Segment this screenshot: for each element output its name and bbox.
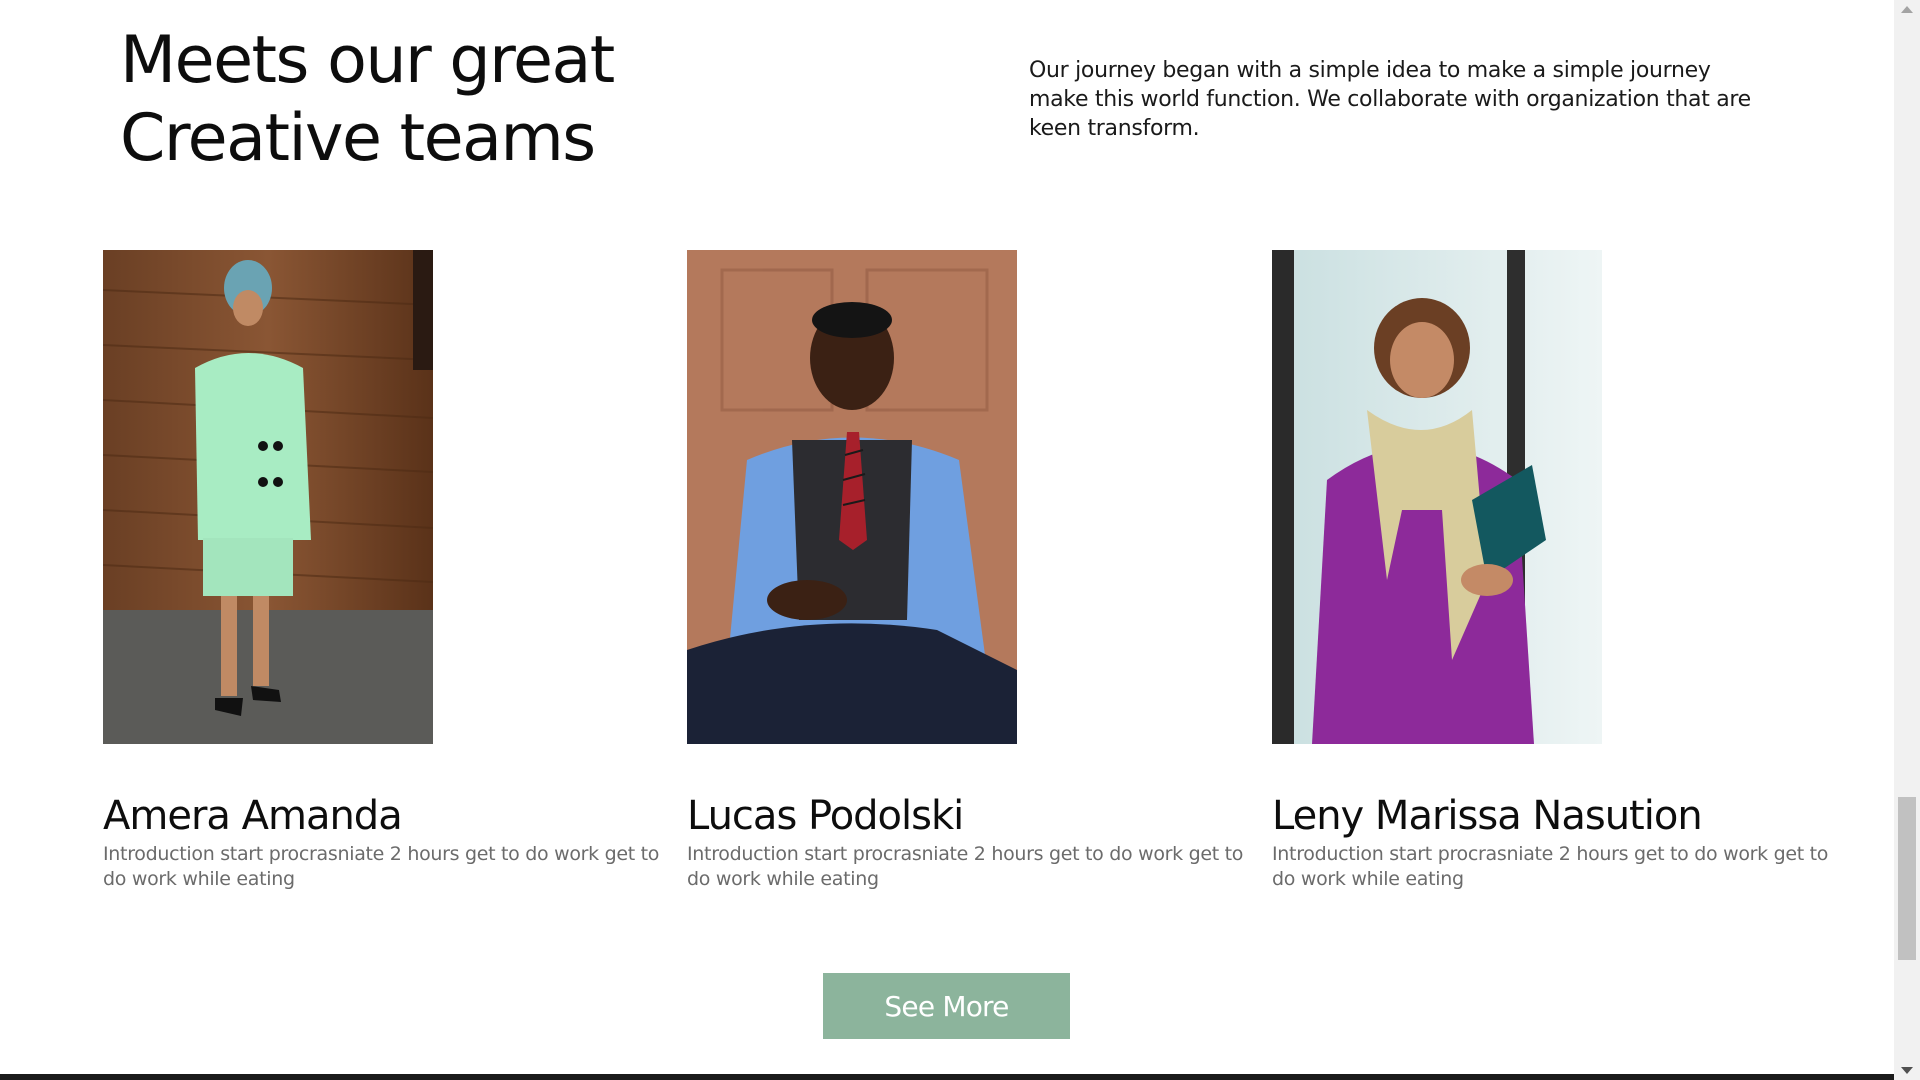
- team-page: Meets our great Creative teams Our journ…: [0, 0, 1920, 1080]
- footer-edge: [0, 1074, 1894, 1080]
- team-card-lucas: Lucas Podolski Introduction start procra…: [687, 250, 1247, 892]
- team-name: Amera Amanda: [103, 793, 403, 839]
- heading-line-2: Creative teams: [120, 101, 596, 176]
- team-card-leny: Leny Marissa Nasution Introduction start…: [1272, 250, 1832, 892]
- team-photo-leny: [1272, 250, 1602, 744]
- see-more-button[interactable]: See More: [823, 973, 1070, 1039]
- team-description: Introduction start procrasniate 2 hours …: [103, 843, 660, 890]
- heading-line-1: Meets our great: [120, 23, 615, 98]
- scroll-down-arrow-icon[interactable]: [1901, 1067, 1913, 1074]
- scroll-up-arrow-icon[interactable]: [1901, 6, 1913, 13]
- scroll-thumb[interactable]: [1898, 797, 1916, 960]
- team-photo-lucas: [687, 250, 1017, 744]
- team-card-amera: Amera Amanda Introduction start procrasn…: [103, 250, 663, 892]
- team-photo-amera: [103, 250, 433, 744]
- team-name: Leny Marissa Nasution: [1272, 793, 1703, 839]
- team-description: Introduction start procrasniate 2 hours …: [687, 843, 1244, 890]
- team-description: Introduction start procrasniate 2 hours …: [1272, 843, 1829, 890]
- section-intro: Our journey began with a simple idea to …: [1029, 58, 1751, 141]
- section-heading: Meets our great Creative teams: [120, 22, 680, 178]
- vertical-scrollbar[interactable]: [1894, 0, 1920, 1080]
- team-name: Lucas Podolski: [687, 793, 964, 839]
